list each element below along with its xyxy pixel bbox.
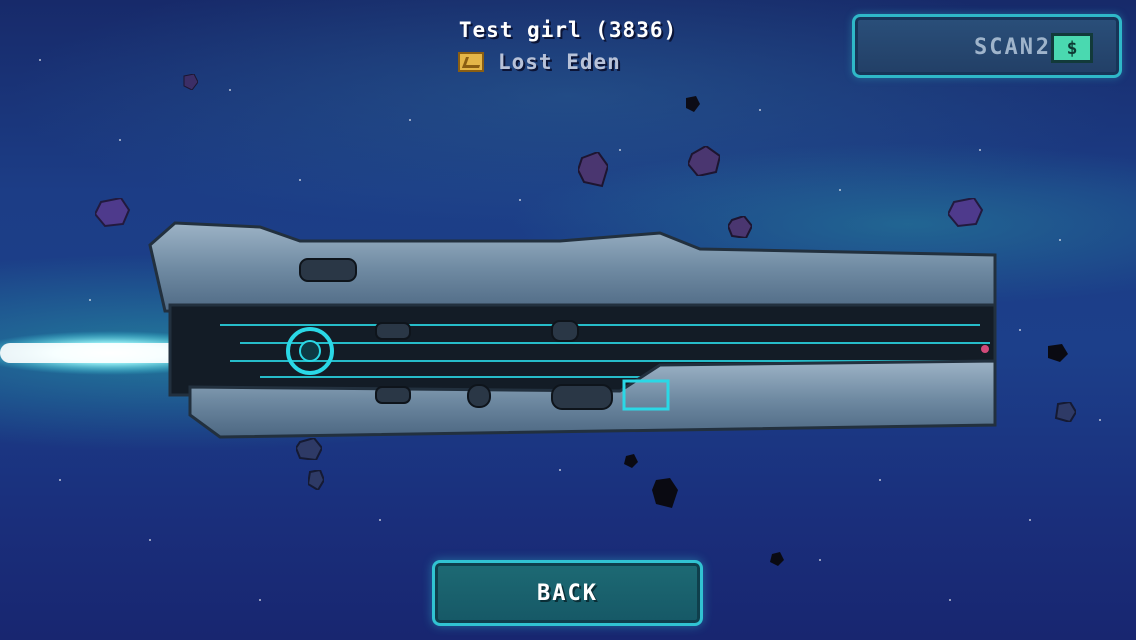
asteroid-icon bbox=[308, 470, 324, 490]
asteroid-icon bbox=[578, 152, 608, 188]
alliance-info: Lost Eden bbox=[458, 50, 621, 74]
currency-symbol: $ bbox=[1066, 37, 1078, 59]
back-button[interactable]: BACK bbox=[432, 560, 703, 626]
back-label: BACK bbox=[537, 580, 598, 606]
asteroid-icon bbox=[624, 454, 638, 468]
asteroid-icon bbox=[1048, 344, 1068, 362]
currency-icon: $ bbox=[1051, 33, 1093, 63]
alliance-name: Lost Eden bbox=[498, 50, 621, 74]
scan-count: 2 bbox=[1035, 35, 1049, 60]
asteroid-icon bbox=[686, 96, 700, 112]
asteroid-icon bbox=[688, 146, 720, 176]
starship-sprite bbox=[0, 221, 997, 439]
scan-label: SCAN bbox=[974, 35, 1035, 60]
asteroid-icon bbox=[1054, 402, 1076, 422]
asteroid-icon bbox=[770, 552, 784, 566]
alliance-badge-icon bbox=[458, 52, 484, 72]
asteroid-icon bbox=[183, 74, 198, 90]
scan-button[interactable]: SCAN 2 $ bbox=[852, 14, 1122, 78]
asteroid-icon bbox=[652, 478, 678, 508]
